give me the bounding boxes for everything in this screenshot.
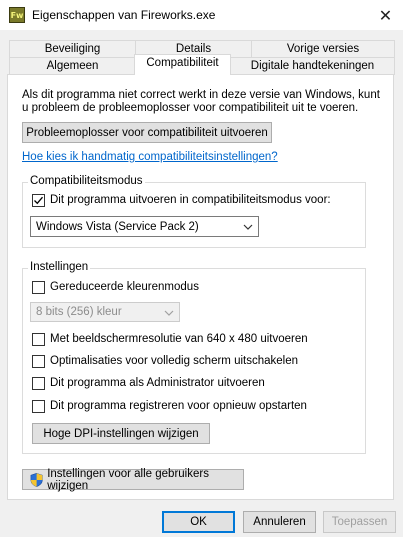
register-restart-checkbox[interactable]: [32, 400, 45, 413]
compat-mode-groupbox: [22, 182, 366, 248]
close-icon: ✕: [378, 5, 393, 25]
fireworks-app-icon: Fw: [9, 7, 25, 23]
fullscreen-optimizations-checkbox[interactable]: [32, 355, 45, 368]
all-users-settings-button[interactable]: Instellingen voor alle gebruikers wijzig…: [22, 467, 244, 492]
troubleshooter-button[interactable]: Probleemoplosser voor compatibiliteit ui…: [22, 122, 272, 143]
resolution-640-checkbox[interactable]: [32, 333, 45, 346]
checkmark-icon: [34, 196, 43, 205]
all-users-button-label: Instellingen voor alle gebruikers wijzig…: [47, 467, 209, 492]
tab-digitale-handtekeningen[interactable]: Digitale handtekeningen: [230, 57, 395, 75]
tab-vorige-versies[interactable]: Vorige versies: [251, 40, 395, 58]
cancel-button[interactable]: Annuleren: [243, 511, 316, 533]
manual-settings-link[interactable]: Hoe kies ik handmatig compatibiliteitsin…: [22, 151, 278, 163]
chevron-down-icon: [164, 310, 174, 316]
ok-button[interactable]: OK: [162, 511, 235, 533]
high-dpi-settings-button[interactable]: Hoge DPI-instellingen wijzigen: [32, 423, 210, 444]
chevron-down-icon: [243, 224, 253, 230]
color-mode-value: 8 bits (256) kleur: [36, 306, 122, 318]
tab-algemeen[interactable]: Algemeen: [9, 57, 136, 75]
fullscreen-optimizations-checkbox-label[interactable]: Optimalisaties voor volledig scherm uits…: [50, 355, 298, 367]
register-restart-checkbox-label[interactable]: Dit programma registreren voor opnieuw o…: [50, 400, 307, 412]
compat-mode-checkbox[interactable]: [32, 194, 45, 207]
settings-group-label: Instellingen: [28, 261, 91, 273]
run-as-admin-checkbox[interactable]: [32, 377, 45, 390]
os-version-value: Windows Vista (Service Pack 2): [36, 220, 199, 233]
reduced-color-checkbox-label[interactable]: Gereduceerde kleurenmodus: [50, 281, 199, 293]
close-button[interactable]: ✕: [368, 0, 403, 30]
tab-compatibiliteit[interactable]: Compatibiliteit: [134, 54, 231, 75]
compat-mode-group-label: Compatibiliteitsmodus: [28, 175, 145, 187]
os-version-select[interactable]: Windows Vista (Service Pack 2): [30, 216, 259, 237]
intro-text-line1: Als dit programma niet correct werkt in …: [22, 89, 380, 101]
apply-button[interactable]: Toepassen: [323, 511, 396, 533]
compat-mode-checkbox-label[interactable]: Dit programma uitvoeren in compatibilite…: [50, 194, 331, 206]
run-as-admin-checkbox-label[interactable]: Dit programma als Administrator uitvoere…: [50, 377, 265, 389]
tab-beveiliging[interactable]: Beveiliging: [9, 40, 136, 58]
intro-text-line2: u probleem de probleemoplosser voor comp…: [22, 102, 359, 114]
uac-shield-icon: [30, 472, 43, 487]
color-mode-select[interactable]: 8 bits (256) kleur: [30, 302, 180, 322]
reduced-color-checkbox[interactable]: [32, 281, 45, 294]
resolution-640-checkbox-label[interactable]: Met beeldschermresolutie van 640 x 480 u…: [50, 333, 308, 345]
window-title: Eigenschappen van Fireworks.exe: [32, 8, 216, 22]
